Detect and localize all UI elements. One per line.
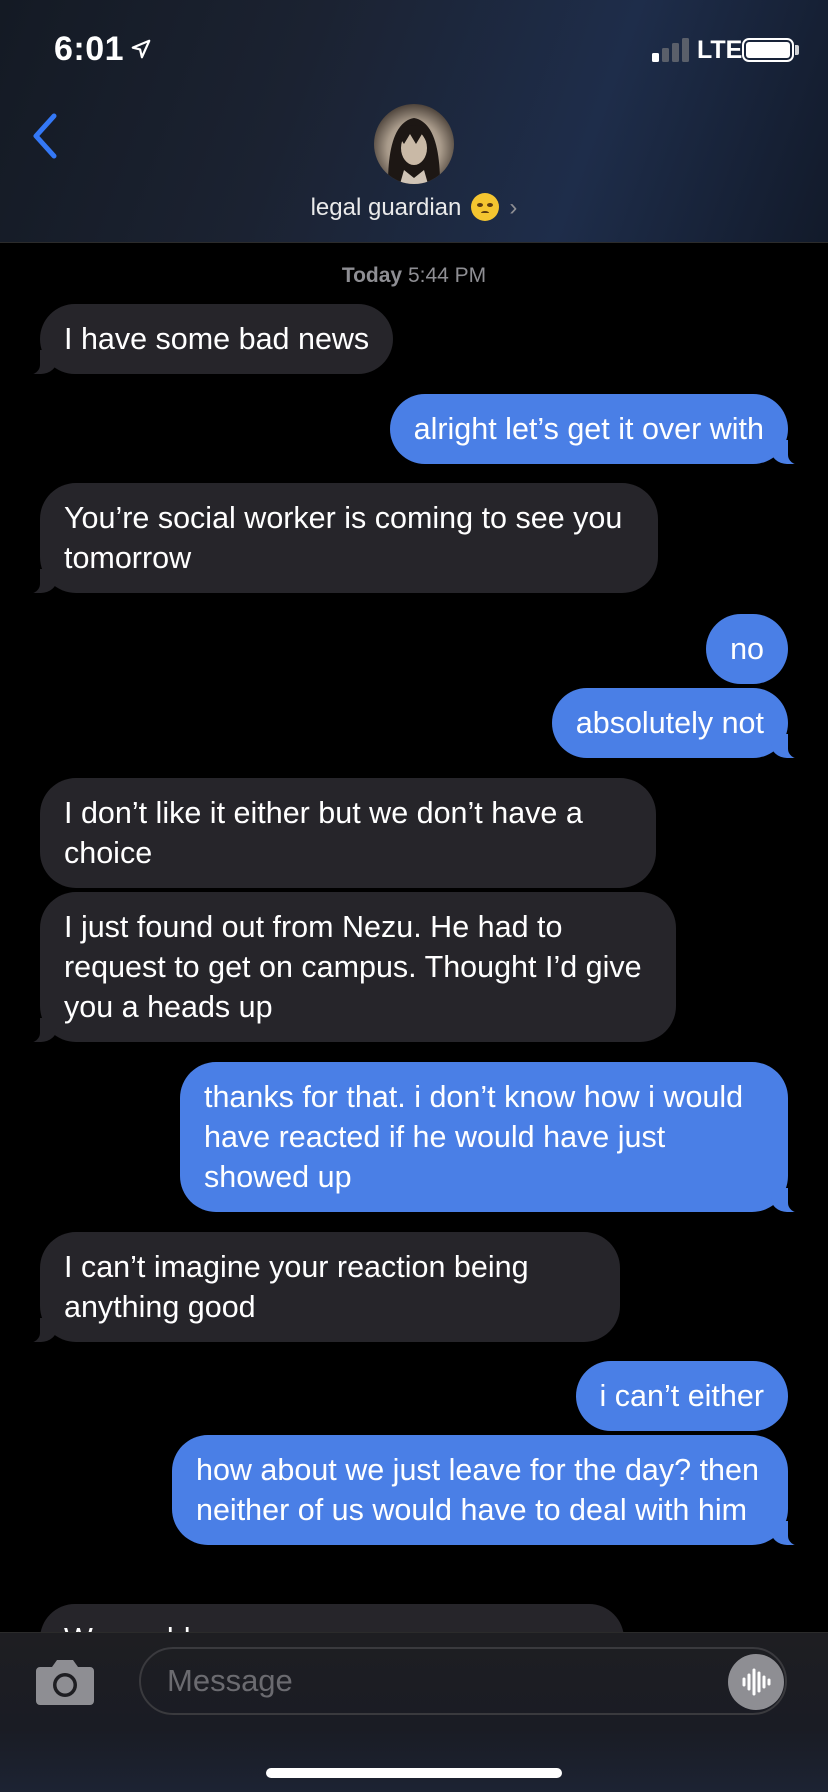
message-thread[interactable]: Today 5:44 PM I have some bad news alrig… (0, 244, 828, 1632)
message-bubble-incoming[interactable]: I can’t imagine your reaction being anyt… (18, 1232, 620, 1343)
thread-timestamp: Today 5:44 PM (0, 264, 828, 288)
battery-icon (742, 38, 794, 62)
message-bubble-outgoing[interactable]: absolutely not (551, 688, 811, 759)
chevron-right-icon: › (509, 194, 518, 221)
home-indicator[interactable] (266, 1768, 562, 1778)
audio-message-button[interactable] (728, 1654, 784, 1710)
waveform-icon (742, 1668, 771, 1696)
network-type-label: LTE (697, 36, 743, 64)
status-time: 6:01 (54, 30, 125, 68)
message-bubble-outgoing[interactable]: thanks for that. i don’t know how i woul… (180, 1062, 810, 1213)
status-bar: 6:01 LTE (0, 0, 828, 100)
message-bubble-outgoing[interactable]: i can’t either (575, 1361, 788, 1431)
message-bubble-outgoing[interactable]: how about we just leave for the day? the… (172, 1435, 810, 1546)
location-arrow-icon (131, 39, 151, 59)
timestamp-time: 5:44 PM (407, 264, 487, 287)
camera-icon[interactable] (34, 1655, 96, 1707)
contact-name: legal guardian (310, 194, 462, 221)
message-bubble-incoming[interactable]: I have some bad news (17, 304, 394, 375)
contact-avatar[interactable] (374, 104, 454, 184)
conversation-header: 6:01 LTE legal guardian › (0, 0, 828, 243)
contact-name-button[interactable]: legal guardian › (0, 193, 828, 222)
message-bubble-outgoing[interactable]: alright let’s get it over with (389, 394, 811, 465)
cellular-signal-icon (652, 36, 692, 62)
back-chevron-icon[interactable] (26, 110, 66, 162)
timestamp-day: Today (341, 264, 403, 287)
message-bubble-incoming[interactable]: You’re social worker is coming to see yo… (18, 483, 658, 594)
message-input[interactable] (139, 1647, 787, 1715)
message-bubble-incoming-partial[interactable]: We could ... (40, 1604, 624, 1632)
message-bubble-outgoing[interactable]: no (706, 614, 788, 684)
message-bubble-incoming[interactable]: I just found out from Nezu. He had to re… (18, 892, 676, 1043)
message-bubble-incoming[interactable]: I don’t like it either but we don’t have… (40, 778, 656, 888)
pleading-face-icon (471, 193, 500, 221)
avatar-image (388, 118, 440, 184)
battery-nub (795, 45, 799, 55)
